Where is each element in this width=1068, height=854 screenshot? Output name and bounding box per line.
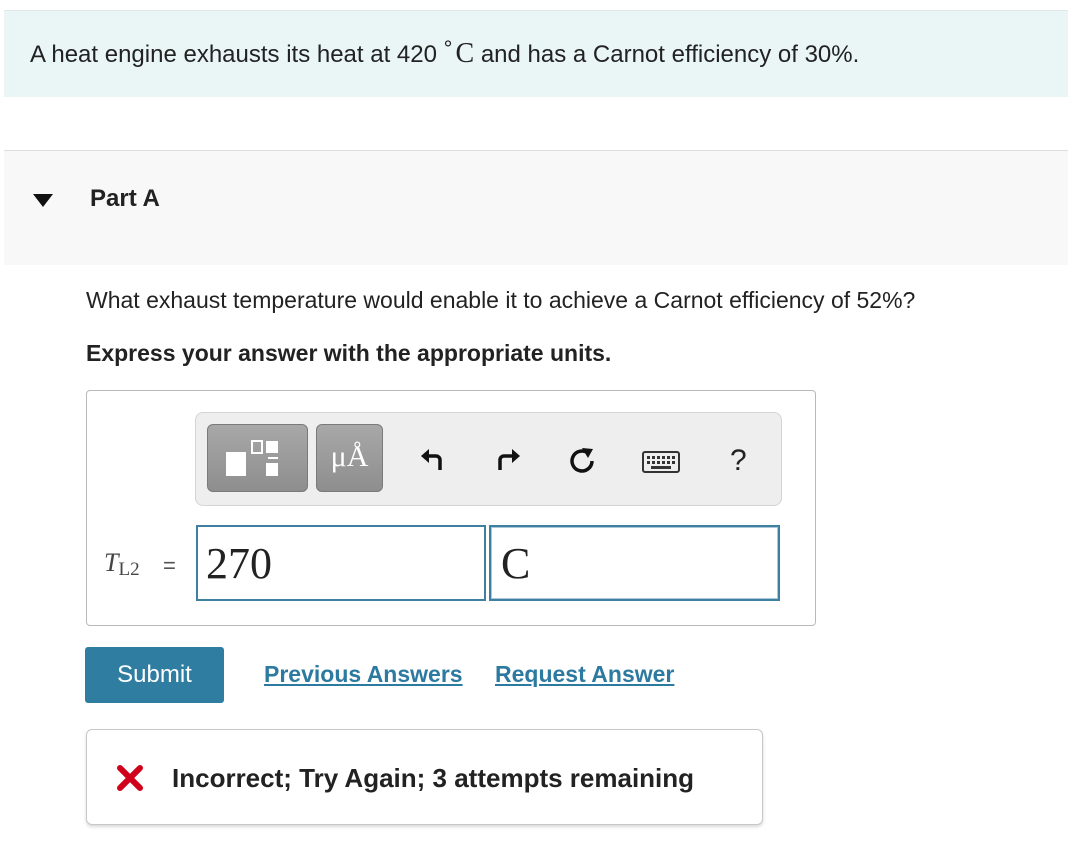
problem-text-after: and has a Carnot efficiency of 30%. xyxy=(480,41,860,68)
answer-unit-input[interactable]: C xyxy=(489,525,780,601)
variable-subscript: L2 xyxy=(118,559,140,580)
redo-icon[interactable] xyxy=(494,444,524,474)
variable-symbol: T xyxy=(104,548,119,577)
undo-icon[interactable] xyxy=(418,444,448,474)
part-header[interactable] xyxy=(4,150,1068,265)
part-title: Part A xyxy=(90,185,160,212)
help-icon[interactable]: ? xyxy=(730,444,747,478)
incorrect-x-icon xyxy=(117,765,143,791)
question-text: What exhaust temperature would enable it… xyxy=(86,287,916,313)
answer-variable-label: TL2 xyxy=(104,548,140,580)
problem-text-before: A heat engine exhausts its heat at 420 xyxy=(30,41,437,68)
answer-value-input[interactable]: 270 xyxy=(196,525,486,601)
previous-answers-link[interactable]: Previous Answers xyxy=(264,661,463,688)
submit-button[interactable]: Submit xyxy=(85,647,224,703)
collapse-caret-icon[interactable] xyxy=(33,194,53,207)
request-answer-link[interactable]: Request Answer xyxy=(495,661,674,688)
problem-statement-text: A heat engine exhausts its heat at 420 °… xyxy=(30,36,860,70)
reset-icon[interactable] xyxy=(566,444,598,476)
templates-button[interactable] xyxy=(207,424,308,492)
answer-instructions: Express your answer with the appropriate… xyxy=(86,340,612,366)
templates-icon xyxy=(226,440,278,476)
degree-symbol: ° xyxy=(443,36,453,61)
feedback-message: Incorrect; Try Again; 3 attempts remaini… xyxy=(172,763,695,793)
keyboard-icon[interactable] xyxy=(642,451,680,473)
equals-sign: = xyxy=(163,553,176,578)
units-button-label: μÅ xyxy=(330,440,369,473)
problem-unit: C xyxy=(455,38,475,69)
